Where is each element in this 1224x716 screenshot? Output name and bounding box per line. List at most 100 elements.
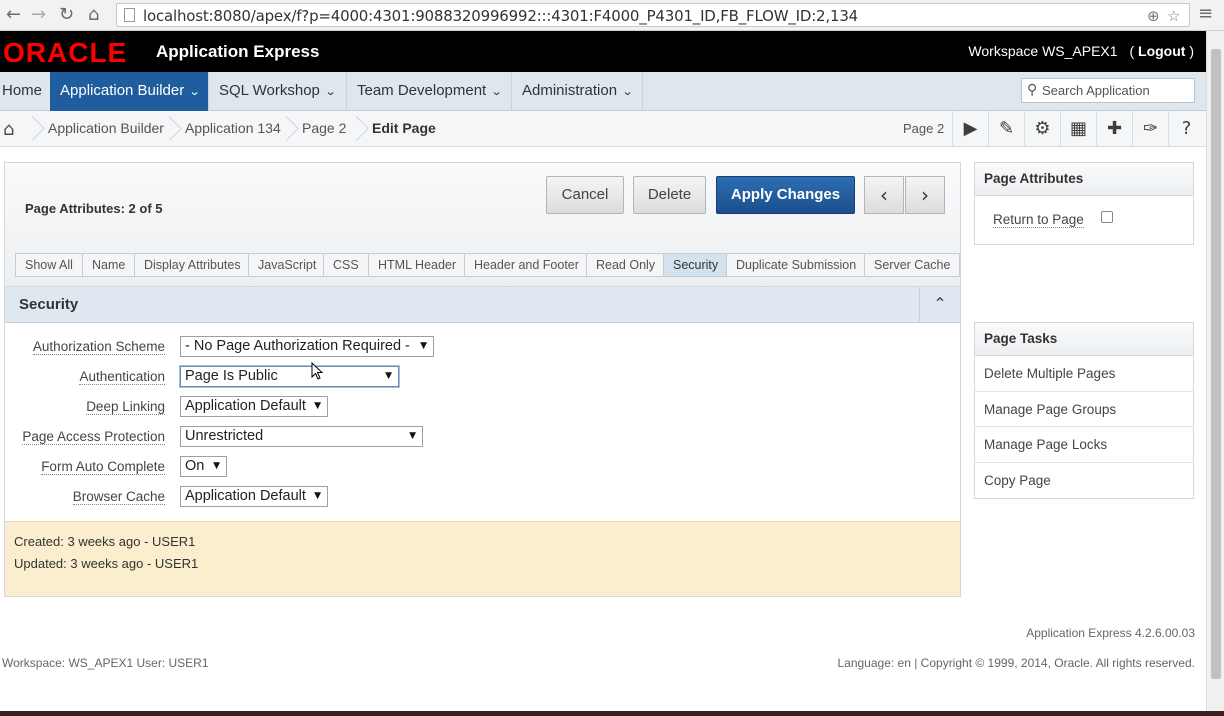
copyright-info: Language: en | Copyright © 1999, 2014, O… [837, 656, 1195, 670]
tab-css[interactable]: CSS [323, 253, 369, 277]
page-attributes-count: 2 of 5 [128, 201, 163, 216]
page-attributes-label: Page Attributes: [25, 201, 125, 216]
chevron-down-icon: ⌄ [188, 85, 201, 98]
breadcrumb-separator [351, 111, 365, 147]
menu-team-development[interactable]: Team Development ⌄ [347, 72, 512, 111]
menu-home[interactable]: Home [0, 72, 52, 111]
app-header: ORACLE Application Express Workspace WS_… [0, 31, 1206, 72]
browser-cache-label-text: Browser Cache [72, 489, 165, 505]
browser-cache-select[interactable]: Application Default ▼ [180, 486, 328, 507]
tab-javascript[interactable]: JavaScript [248, 253, 327, 277]
apply-changes-button[interactable]: Apply Changes [716, 176, 855, 214]
home-icon[interactable]: ⌂ [88, 4, 99, 26]
page-access-protection-select[interactable]: Unrestricted ▼ [180, 426, 423, 447]
breadcrumb-application-builder[interactable]: Application Builder [48, 111, 164, 147]
authorization-scheme-select[interactable]: - No Page Authorization Required - ▼ [180, 336, 434, 357]
tab-name[interactable]: Name [82, 253, 136, 277]
edit-icon[interactable]: ✎ [988, 111, 1024, 147]
next-page-icon[interactable]: › [905, 176, 945, 214]
breadcrumb-application[interactable]: Application 134 [185, 111, 281, 147]
chevron-down-icon: ⌄ [324, 85, 337, 98]
task-copy-page[interactable]: Copy Page [975, 463, 1193, 499]
back-icon[interactable]: ← [6, 4, 21, 26]
created-info: Created: 3 weeks ago - USER1 [14, 534, 196, 549]
menu-administration-label: Administration [522, 82, 618, 99]
delete-button[interactable]: Delete [633, 176, 706, 214]
tab-html-header[interactable]: HTML Header [368, 253, 467, 277]
menu-application-builder-label: Application Builder [60, 82, 185, 99]
task-manage-page-locks[interactable]: Manage Page Locks [975, 427, 1193, 463]
deep-linking-select[interactable]: Application Default ▼ [180, 396, 328, 417]
browser-cache-value: Application Default [185, 488, 306, 504]
tab-show-all[interactable]: Show All [15, 253, 83, 277]
reload-icon[interactable]: ↻ [59, 4, 74, 26]
return-to-page-checkbox[interactable] [1101, 211, 1113, 223]
audit-info: Created: 3 weeks ago - USER1 Updated: 3 … [5, 521, 960, 596]
form-auto-complete-label-text: Form Auto Complete [41, 459, 165, 475]
tab-display-attributes[interactable]: Display Attributes [134, 253, 251, 277]
sidebar-tasks-title: Page Tasks [975, 323, 1193, 356]
run-page-icon[interactable]: ▶ [952, 111, 988, 147]
oracle-logo: ORACLE [3, 37, 128, 68]
page-indicator: Page 2 [903, 121, 945, 136]
comment-icon[interactable]: ✚ [1096, 111, 1132, 147]
wrench-icon[interactable]: ✑ [1132, 111, 1168, 147]
page-tasks-sidebar: Page Tasks Delete Multiple Pages Manage … [974, 322, 1194, 499]
help-icon[interactable]: ? [1168, 111, 1204, 147]
zoom-icon[interactable]: ⊕ [1147, 7, 1160, 25]
form-auto-complete-select[interactable]: On ▼ [180, 456, 227, 477]
task-delete-multiple-pages[interactable]: Delete Multiple Pages [975, 356, 1193, 392]
star-icon[interactable]: ☆ [1167, 7, 1180, 25]
chevron-down-icon: ⌄ [621, 85, 634, 98]
grid-icon[interactable]: ▦ [1060, 111, 1096, 147]
sidebar-attributes-title: Page Attributes [975, 163, 1193, 196]
page-attributes-sidebar: Page Attributes Return to Page [974, 162, 1194, 245]
logout-close-paren: ) [1189, 43, 1194, 59]
breadcrumb: ⌂ Application Builder Application 134 Pa… [0, 111, 1206, 147]
page-access-protection-label: Page Access Protection [5, 429, 165, 445]
previous-page-icon[interactable]: ‹ [864, 176, 904, 214]
tab-duplicate-submission[interactable]: Duplicate Submission [726, 253, 867, 277]
taskbar-edge [0, 711, 1224, 716]
workspace-label: Workspace WS_APEX1 [968, 43, 1118, 59]
menu-administration[interactable]: Administration ⌄ [512, 72, 643, 111]
breadcrumb-separator [27, 111, 41, 147]
tab-header-and-footer[interactable]: Header and Footer [464, 253, 589, 277]
menu-icon[interactable]: ≡ [1198, 3, 1213, 25]
menu-application-builder[interactable]: Application Builder ⌄ [50, 72, 209, 111]
cancel-button[interactable]: Cancel [546, 176, 624, 214]
breadcrumb-separator [164, 111, 178, 147]
chevron-up-icon[interactable]: ⌃ [919, 287, 960, 323]
forward-icon[interactable]: → [31, 4, 46, 26]
tab-read-only[interactable]: Read Only [586, 253, 666, 277]
main-menu: Home Application Builder ⌄ SQL Workshop ⌄ … [0, 72, 1206, 111]
updated-info: Updated: 3 weeks ago - USER1 [14, 556, 199, 571]
tab-server-cache[interactable]: Server Cache [864, 253, 961, 277]
authentication-select[interactable]: Page Is Public ▼ [180, 366, 399, 387]
address-bar[interactable]: localhost:8080/apex/f?p=4000:4301:908832… [116, 3, 1190, 27]
dropdown-arrow-icon: ▼ [314, 491, 321, 501]
breadcrumb-page[interactable]: Page 2 [302, 111, 346, 147]
authentication-label-text: Authentication [79, 369, 165, 385]
breadcrumb-current: Edit Page [372, 120, 436, 136]
url-text: localhost:8080/apex/f?p=4000:4301:908832… [143, 7, 859, 25]
gear-icon[interactable]: ⚙ [1024, 111, 1060, 147]
form-auto-complete-value: On [185, 458, 205, 474]
product-title: Application Express [156, 42, 320, 61]
home-icon[interactable]: ⌂ [3, 119, 14, 140]
authorization-scheme-label-text: Authorization Scheme [32, 339, 165, 355]
logout-open-paren: ( [1129, 43, 1135, 59]
search-input[interactable] [1042, 81, 1192, 100]
form-auto-complete-label: Form Auto Complete [5, 459, 165, 475]
browser-cache-label: Browser Cache [5, 489, 165, 505]
tab-security[interactable]: Security [663, 253, 729, 277]
dropdown-arrow-icon: ▼ [409, 431, 416, 441]
dropdown-arrow-icon: ▼ [213, 461, 220, 471]
authorization-scheme-label: Authorization Scheme [5, 339, 165, 355]
scrollbar-thumb[interactable] [1211, 49, 1221, 679]
logout-link[interactable]: Logout [1138, 43, 1185, 59]
task-manage-page-groups[interactable]: Manage Page Groups [975, 392, 1193, 427]
page-icon [124, 8, 135, 22]
menu-sql-workshop[interactable]: SQL Workshop ⌄ [209, 72, 347, 111]
vertical-scrollbar[interactable] [1206, 31, 1224, 716]
